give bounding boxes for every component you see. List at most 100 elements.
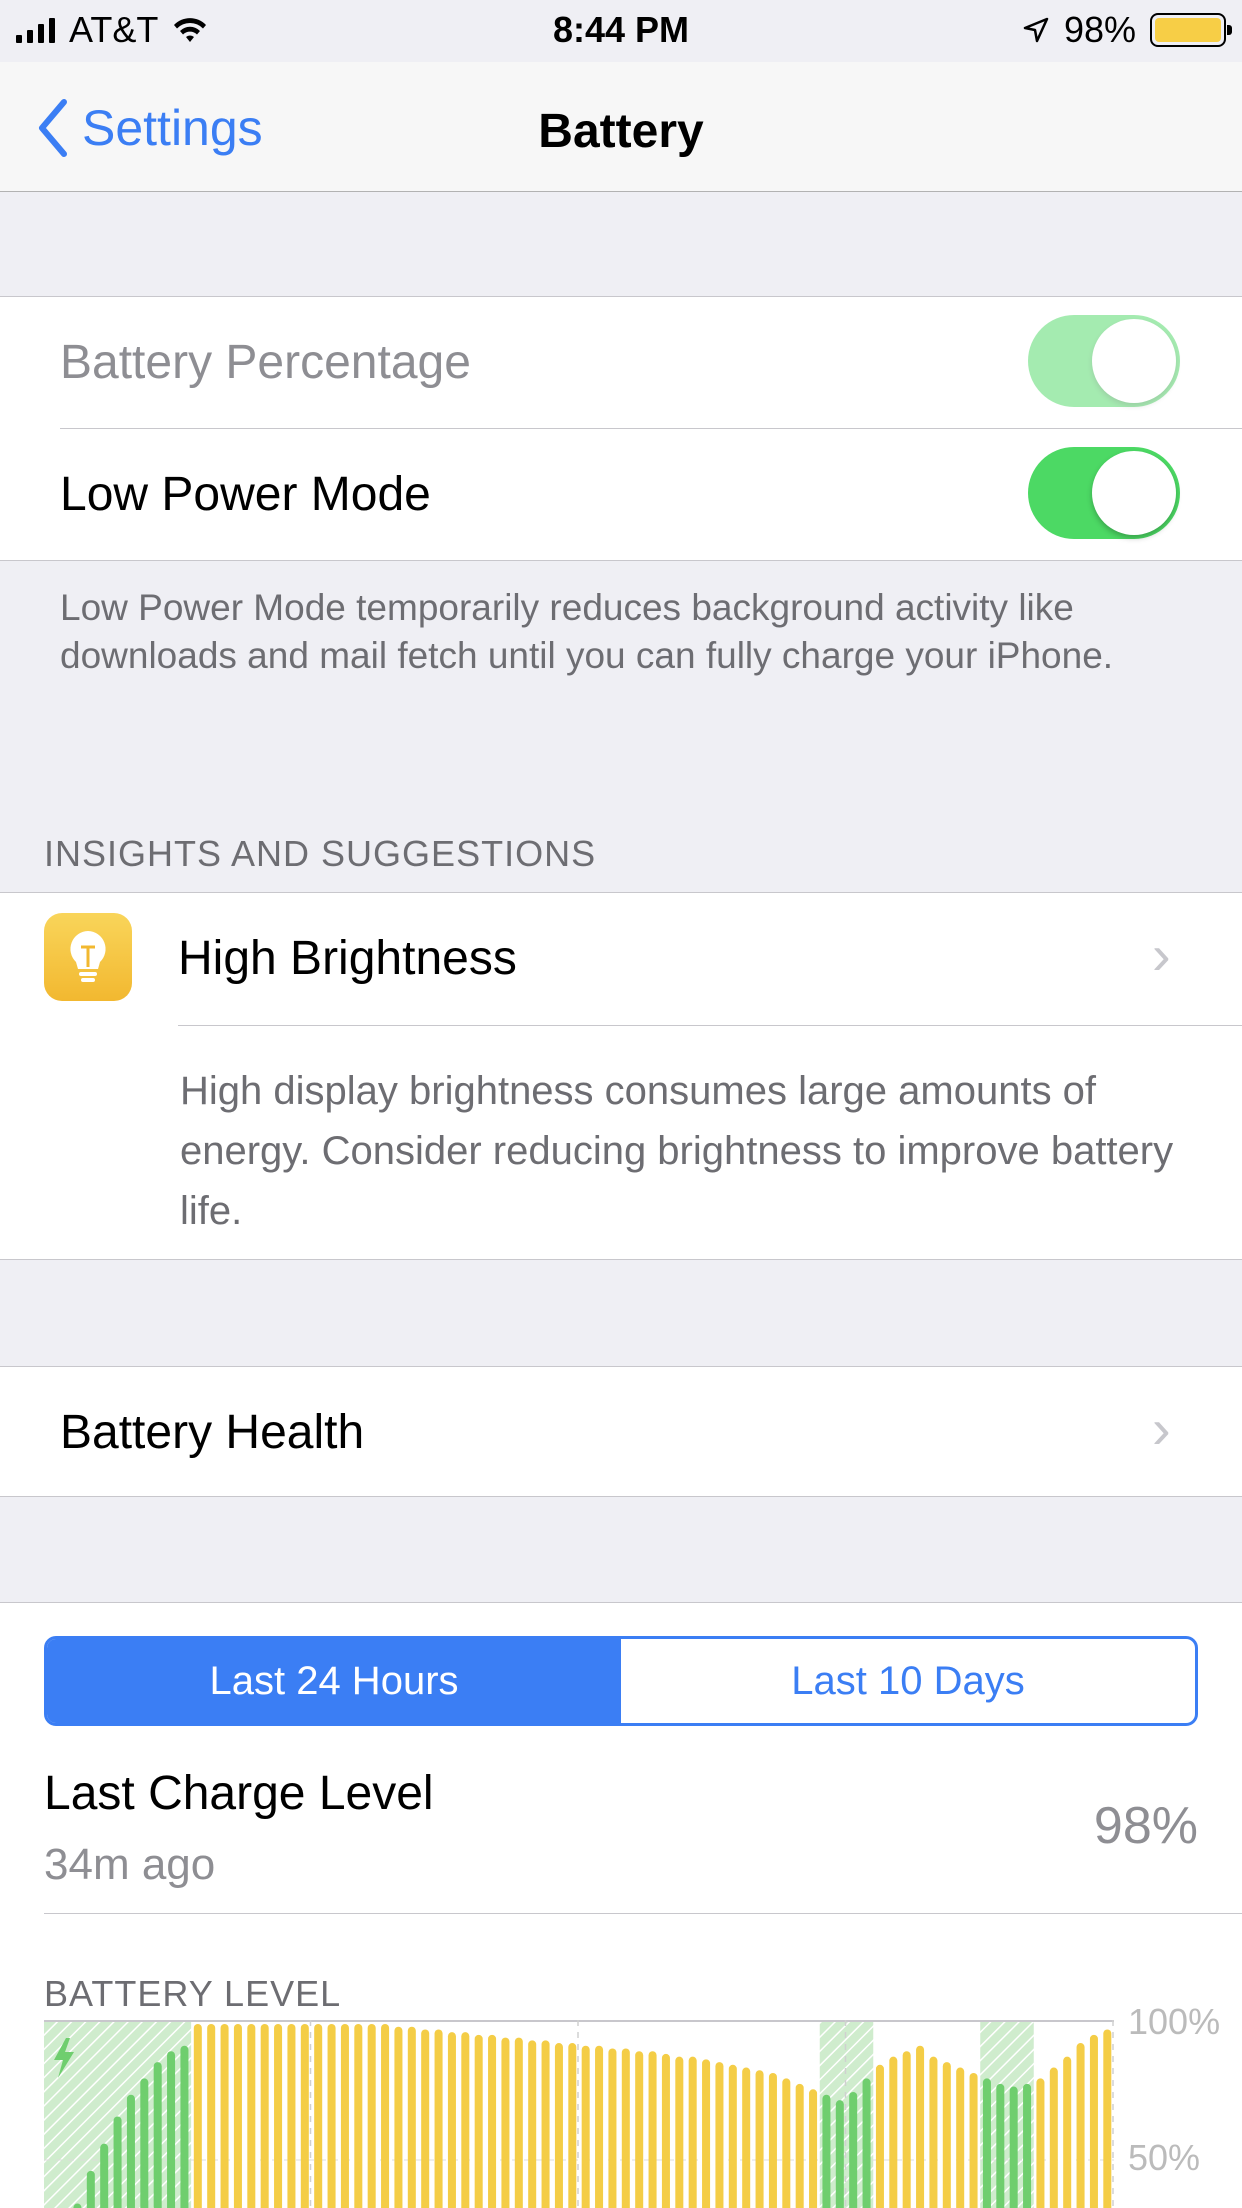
low-power-mode-label: Low Power Mode xyxy=(60,468,431,521)
battery-bar xyxy=(969,2072,978,2208)
battery-bar xyxy=(220,2024,229,2208)
battery-bar xyxy=(702,2059,711,2208)
battery-bar xyxy=(1049,2067,1058,2208)
battery-bar xyxy=(300,2024,309,2208)
battery-bar xyxy=(394,2026,403,2208)
battery-bar xyxy=(367,2024,376,2208)
battery-bar xyxy=(287,2024,296,2208)
battery-bar xyxy=(1009,2086,1018,2208)
battery-bar xyxy=(528,2040,537,2208)
battery-percentage-toggle[interactable] xyxy=(1028,315,1180,407)
page-title: Battery xyxy=(538,105,704,158)
battery-bar xyxy=(381,2024,390,2208)
battery-bar xyxy=(260,2024,269,2208)
battery-bar xyxy=(929,2056,938,2208)
battery-bar xyxy=(314,2024,323,2208)
battery-bar xyxy=(568,2043,577,2208)
battery-bar xyxy=(167,2051,176,2208)
battery-bar xyxy=(488,2034,497,2208)
battery-bar xyxy=(942,2062,951,2208)
battery-bar xyxy=(274,2024,283,2208)
battery-bar xyxy=(421,2029,430,2208)
battery-bar xyxy=(354,2024,363,2208)
battery-bar xyxy=(675,2056,684,2208)
battery-bar xyxy=(956,2067,965,2208)
battery-bar xyxy=(474,2034,483,2208)
battery-bar xyxy=(635,2051,644,2208)
battery-bar xyxy=(340,2024,349,2208)
battery-bar xyxy=(648,2051,657,2208)
battery-bar xyxy=(849,2092,858,2208)
low-power-footer: Low Power Mode temporarily reduces backg… xyxy=(60,587,1114,676)
last-charge-value: 98% xyxy=(1093,1797,1198,1855)
high-brightness-description: High display brightness consumes large a… xyxy=(180,1069,1174,1233)
battery-bar xyxy=(434,2029,443,2208)
battery-bar xyxy=(153,2062,162,2208)
insights-header: INSIGHTS AND SUGGESTIONS xyxy=(44,833,597,874)
navigation-bar: Settings Battery xyxy=(0,62,1242,192)
high-brightness-row[interactable] xyxy=(0,893,1242,1025)
battery-bar xyxy=(862,2078,871,2208)
battery-bar xyxy=(768,2072,777,2208)
tab-last-10-days[interactable]: Last 10 Days xyxy=(621,1639,1195,1723)
battery-bar xyxy=(742,2067,751,2208)
battery-bar xyxy=(916,2045,925,2208)
time-range-segmented-control: Last 24 Hours Last 10 Days xyxy=(44,1636,1198,1726)
battery-bar xyxy=(1036,2078,1045,2208)
battery-bar xyxy=(1076,2043,1085,2208)
row-separator xyxy=(60,428,1242,429)
battery-bar xyxy=(1063,2056,1072,2208)
battery-bar xyxy=(447,2032,456,2208)
battery-bar xyxy=(554,2043,563,2208)
battery-bar xyxy=(889,2056,898,2208)
battery-bar xyxy=(688,2056,697,2208)
y-tick-50: 50% xyxy=(1128,2137,1201,2178)
battery-bar xyxy=(875,2064,884,2208)
battery-bar xyxy=(126,2094,135,2208)
row-separator xyxy=(178,1025,1242,1026)
battery-bar xyxy=(501,2037,510,2208)
battery-level-header: BATTERY LEVEL xyxy=(44,1973,342,2014)
battery-bar xyxy=(661,2053,670,2208)
battery-level-chart xyxy=(44,2020,1114,2208)
battery-bar xyxy=(795,2083,804,2208)
battery-bar xyxy=(514,2037,523,2208)
status-bar: AT&T 8:44 PM 98% xyxy=(0,0,1242,62)
battery-percent: 98% xyxy=(1063,9,1136,50)
battery-bar xyxy=(982,2078,991,2208)
row-separator xyxy=(44,1913,1242,1914)
battery-bar xyxy=(327,2024,336,2208)
battery-bar xyxy=(996,2083,1005,2208)
battery-bar xyxy=(541,2040,550,2208)
battery-bar xyxy=(140,2078,149,2208)
location-arrow-icon xyxy=(1023,17,1049,43)
y-tick-100: 100% xyxy=(1128,2001,1221,2042)
last-charge-time: 34m ago xyxy=(44,1840,216,1889)
battery-bar xyxy=(407,2026,416,2208)
battery-percentage-label: Battery Percentage xyxy=(60,336,471,389)
status-right: 98% xyxy=(1022,9,1232,50)
battery-bar xyxy=(113,2116,122,2208)
battery-toggles-group: Battery Percentage Low Power Mode xyxy=(0,296,1242,561)
battery-bar xyxy=(755,2070,764,2208)
battery-bar xyxy=(809,2089,818,2208)
battery-bar xyxy=(461,2032,470,2208)
battery-bar xyxy=(1023,2083,1032,2208)
battery-bar xyxy=(621,2048,630,2208)
battery-bar xyxy=(247,2024,256,2208)
battery-bar xyxy=(193,2024,202,2208)
low-power-mode-toggle[interactable] xyxy=(1028,447,1180,539)
tab-last-24-hours[interactable]: Last 24 Hours xyxy=(47,1639,621,1723)
battery-health-label: Battery Health xyxy=(60,1406,365,1459)
battery-bar xyxy=(1103,2029,1112,2208)
battery-bar xyxy=(835,2100,844,2208)
battery-health-row[interactable]: Battery Health › xyxy=(0,1366,1242,1497)
battery-bar xyxy=(595,2045,604,2208)
battery-bar xyxy=(233,2024,242,2208)
battery-bar xyxy=(782,2078,791,2208)
battery-bar xyxy=(715,2062,724,2208)
battery-bar xyxy=(581,2045,590,2208)
battery-icon xyxy=(1150,13,1232,47)
battery-bar xyxy=(100,2143,109,2208)
chevron-right-icon: › xyxy=(1152,1397,1171,1460)
